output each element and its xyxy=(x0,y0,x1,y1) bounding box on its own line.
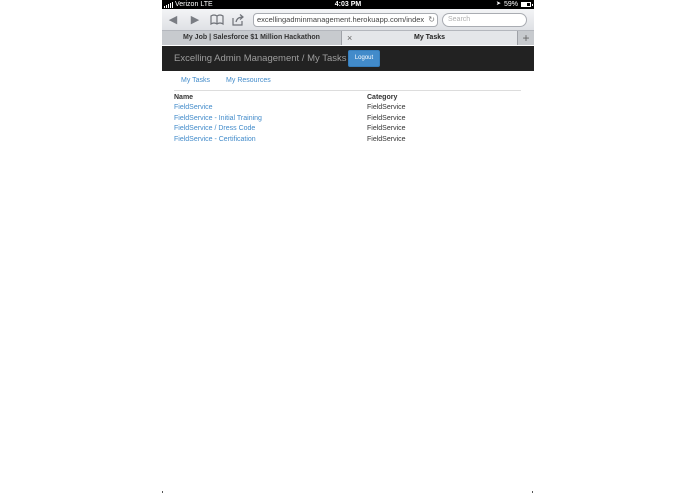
table-row: FieldService - Certification FieldServic… xyxy=(174,135,521,146)
screen-edge-mark xyxy=(162,491,163,493)
table-row: FieldService / Dress Code FieldService xyxy=(174,124,521,135)
subnav-my-tasks[interactable]: My Tasks xyxy=(181,76,210,85)
task-link[interactable]: FieldService / Dress Code xyxy=(174,124,367,135)
ipad-screen: Verizon LTE 4:03 PM ➤ 59% ◀ ▶ excellinga… xyxy=(162,0,534,494)
new-tab-icon[interactable]: + xyxy=(517,31,534,45)
table-header-row: Name Category xyxy=(174,93,521,103)
battery-percent: 59% xyxy=(503,1,518,8)
status-right: ➤ 59% xyxy=(495,0,533,9)
tab-my-tasks[interactable]: × My Tasks xyxy=(342,31,517,45)
task-link[interactable]: FieldService - Initial Training xyxy=(174,114,367,125)
reload-icon[interactable]: ↻ xyxy=(428,14,435,26)
sub-navigation: My Tasks My Resources xyxy=(181,76,271,85)
forward-icon[interactable]: ▶ xyxy=(188,13,202,27)
column-header-name: Name xyxy=(174,94,194,101)
screen-edge-mark xyxy=(532,491,533,493)
task-category: FieldService xyxy=(367,104,406,111)
app-brand[interactable]: Excelling Admin Management / My Tasks xyxy=(174,46,346,71)
battery-icon xyxy=(521,2,533,7)
tab-bar: My Job | Salesforce $1 Million Hackathon… xyxy=(162,31,534,45)
table-row: FieldService FieldService xyxy=(174,103,521,114)
close-tab-icon[interactable]: × xyxy=(347,31,352,45)
table-row: FieldService - Initial Training FieldSer… xyxy=(174,114,521,125)
share-icon[interactable] xyxy=(231,13,245,27)
address-bar[interactable]: excellingadminmanagement.herokuapp.com/i… xyxy=(253,13,438,27)
location-arrow-icon: ➤ xyxy=(495,1,501,7)
app-navbar: Excelling Admin Management / My Tasks Lo… xyxy=(162,46,534,71)
search-input[interactable]: Search xyxy=(442,13,527,27)
browser-toolbar: ◀ ▶ excellingadminmanagement.herokuapp.c… xyxy=(162,9,534,31)
back-icon[interactable]: ◀ xyxy=(166,13,180,27)
task-category: FieldService xyxy=(367,125,406,133)
task-link[interactable]: FieldService - Certification xyxy=(174,135,367,146)
column-header-category: Category xyxy=(367,94,398,101)
task-category: FieldService xyxy=(367,114,406,122)
task-category: FieldService xyxy=(367,136,406,144)
status-bar: Verizon LTE 4:03 PM ➤ 59% xyxy=(162,0,534,9)
bookmarks-icon[interactable] xyxy=(210,13,224,27)
battery-fill xyxy=(522,3,527,6)
logout-button[interactable]: Logout xyxy=(348,50,380,67)
tasks-table: Name Category FieldService FieldService … xyxy=(174,90,521,146)
tab-hackathon[interactable]: My Job | Salesforce $1 Million Hackathon xyxy=(162,31,342,45)
subnav-my-resources[interactable]: My Resources xyxy=(226,76,271,85)
url-text: excellingadminmanagement.herokuapp.com/i… xyxy=(257,15,425,24)
tab-my-tasks-label: My Tasks xyxy=(414,34,445,41)
task-link[interactable]: FieldService xyxy=(174,103,367,114)
status-time: 4:03 PM xyxy=(334,1,362,8)
